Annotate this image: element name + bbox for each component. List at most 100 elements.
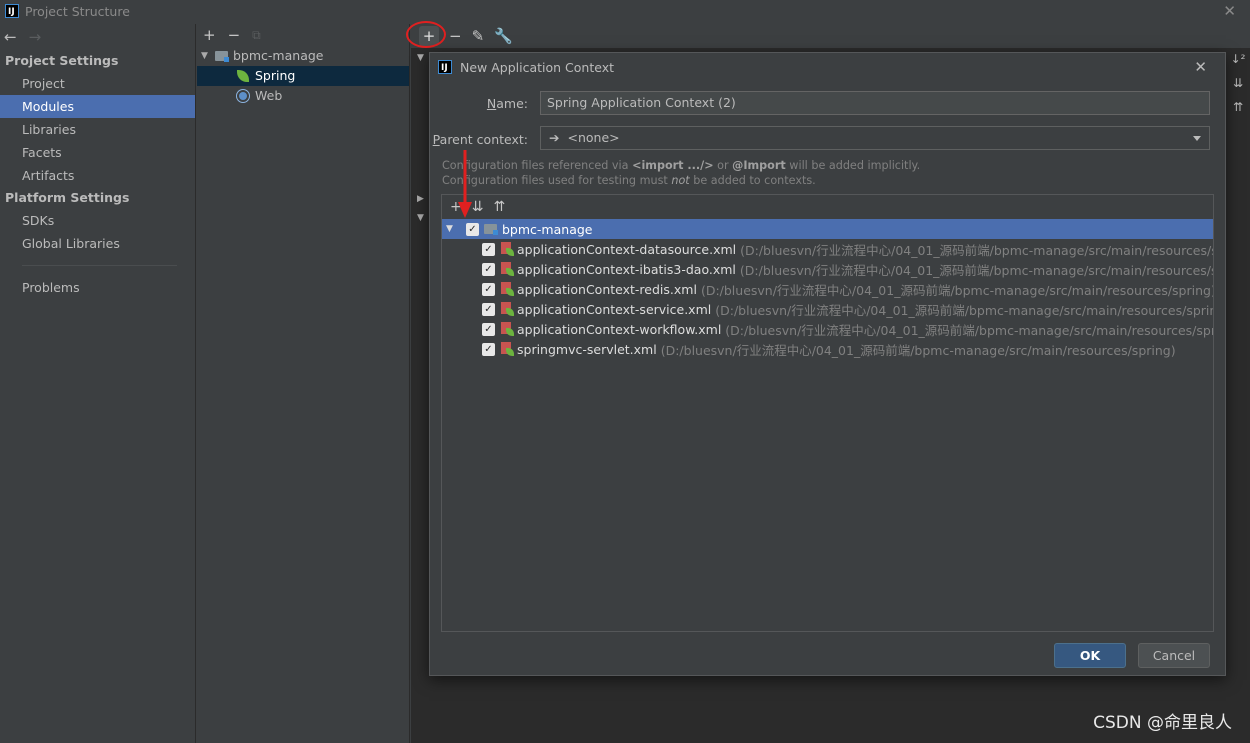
module-folder-icon <box>215 51 229 62</box>
dialog-titlebar: IJ New Application Context <box>430 53 1225 81</box>
forward-arrow-icon[interactable]: → <box>29 28 42 46</box>
file-checkbox[interactable]: ✓ <box>482 262 495 276</box>
parent-context-label: Parent context: <box>432 132 528 147</box>
config-files-panel: + ⇊ ⇈ ▼ ✓ bpmc-manage ✓ applicationConte… <box>441 194 1214 632</box>
collapse-all-icon[interactable]: ⇈ <box>1233 100 1243 114</box>
file-name: applicationContext-datasource.xml <box>517 241 737 257</box>
file-checkbox[interactable]: ✓ <box>482 242 495 256</box>
dropdown-caret-icon <box>1193 136 1201 141</box>
list-item[interactable]: ✓ applicationContext-ibatis3-dao.xml (D:… <box>442 259 1213 279</box>
list-item[interactable]: ✓ applicationContext-workflow.xml (D:/bl… <box>442 319 1213 339</box>
collapse-all-icon[interactable]: ⇈ <box>493 199 505 215</box>
sidebar-item-sdks[interactable]: SDKs <box>0 209 195 232</box>
sort-icon[interactable]: ↓² <box>1231 52 1246 66</box>
file-checkbox[interactable]: ✓ <box>482 342 495 356</box>
annotation-red-arrow <box>458 150 472 218</box>
project-settings-header: Project Settings <box>5 53 119 68</box>
remove-module-icon[interactable]: − <box>228 26 241 44</box>
file-path: (D:/bluesvn/行业流程中心/04_01_源码前端/bpmc-manag… <box>725 322 1213 338</box>
right-toolbar: ↓² ⇊ ⇈ <box>1226 52 1250 114</box>
spring-xml-icon <box>500 282 514 296</box>
collapsed-triangle-icon[interactable]: ▶ <box>417 194 424 204</box>
expand-triangle-icon[interactable]: ▼ <box>201 46 211 66</box>
dialog-title: New Application Context <box>460 59 615 75</box>
parent-context-select[interactable]: ➔ <none> <box>540 126 1210 150</box>
window-close-icon[interactable]: ✕ <box>1223 2 1236 20</box>
cancel-button[interactable]: Cancel <box>1138 643 1210 668</box>
file-path: (D:/bluesvn/行业流程中心/04_01_源码前端/bpmc-manag… <box>739 262 1213 278</box>
sidebar-item-libraries[interactable]: Libraries <box>0 118 195 141</box>
file-name: springmvc-servlet.xml <box>517 341 657 357</box>
spring-xml-icon <box>500 302 514 316</box>
file-checkbox[interactable]: ✓ <box>482 322 495 336</box>
platform-settings-header: Platform Settings <box>5 190 130 205</box>
root-checkbox[interactable]: ✓ <box>466 222 479 236</box>
new-application-context-dialog: IJ New Application Context ✕ Name: Sprin… <box>429 52 1226 676</box>
window-title: Project Structure <box>25 3 130 19</box>
module-tree-root[interactable]: ▼ bpmc-manage <box>197 46 409 66</box>
module-tree-panel: + − ⧉ ▼ bpmc-manage Spring Web <box>197 24 410 743</box>
add-module-icon[interactable]: + <box>203 26 216 44</box>
sidebar-item-facets[interactable]: Facets <box>0 141 195 164</box>
ok-button[interactable]: OK <box>1054 643 1126 668</box>
sidebar-item-project[interactable]: Project <box>0 72 195 95</box>
parent-context-value: <none> <box>567 130 620 145</box>
sidebar-divider <box>22 265 177 266</box>
hint-testing-files: Configuration files used for testing mus… <box>442 174 816 187</box>
file-path: (D:/bluesvn/行业流程中心/04_01_源码前端/bpmc-manag… <box>715 302 1213 318</box>
module-root-label: bpmc-manage <box>233 48 324 63</box>
dialog-close-icon[interactable]: ✕ <box>1194 58 1207 76</box>
module-folder-icon <box>484 224 498 235</box>
settings-sidebar: ← → Project Settings Project Modules Lib… <box>0 24 196 743</box>
nav-arrows: ← → <box>0 24 195 50</box>
module-item-label: Spring <box>255 68 296 83</box>
sidebar-item-artifacts[interactable]: Artifacts <box>0 164 195 187</box>
file-name: applicationContext-ibatis3-dao.xml <box>517 261 736 277</box>
expand-triangle-icon[interactable]: ▼ <box>417 213 424 223</box>
files-toolbar: + ⇊ ⇈ <box>442 195 1213 219</box>
copy-module-icon[interactable]: ⧉ <box>252 28 261 43</box>
intellij-app-icon: IJ <box>438 60 452 74</box>
back-arrow-icon[interactable]: ← <box>4 28 17 46</box>
spring-leaf-icon <box>237 70 249 82</box>
hint-implicit-imports: Configuration files referenced via <impo… <box>442 159 921 172</box>
module-tree-item-spring[interactable]: Spring <box>197 66 409 86</box>
sidebar-item-modules[interactable]: Modules <box>0 95 195 118</box>
expand-all-icon[interactable]: ⇊ <box>1233 76 1243 90</box>
list-item[interactable]: ✓ applicationContext-redis.xml (D:/blues… <box>442 279 1213 299</box>
module-toolbar: + − ⧉ <box>197 24 409 46</box>
file-path: (D:/bluesvn/行业流程中心/04_01_源码前端/bpmc-manag… <box>740 242 1213 258</box>
spring-xml-icon <box>500 242 514 256</box>
context-name-input[interactable]: Spring Application Context (2) <box>540 91 1210 115</box>
module-tree-item-web[interactable]: Web <box>197 86 409 106</box>
spring-xml-icon <box>500 262 514 276</box>
web-globe-icon <box>237 90 249 102</box>
sidebar-item-problems[interactable]: Problems <box>0 276 195 299</box>
expand-triangle-icon[interactable]: ▼ <box>417 53 424 63</box>
file-name: applicationContext-workflow.xml <box>517 321 722 337</box>
arrow-right-icon: ➔ <box>549 130 560 145</box>
list-item[interactable]: ✓ applicationContext-datasource.xml (D:/… <box>442 239 1213 259</box>
add-context-button[interactable]: + <box>419 26 439 46</box>
file-checkbox[interactable]: ✓ <box>482 282 495 296</box>
file-checkbox[interactable]: ✓ <box>482 302 495 316</box>
file-name: applicationContext-service.xml <box>517 301 712 317</box>
file-path: (D:/bluesvn/行业流程中心/04_01_源码前端/bpmc-manag… <box>660 342 1176 358</box>
files-tree-root[interactable]: ▼ ✓ bpmc-manage <box>442 219 1213 239</box>
module-item-label: Web <box>255 88 283 103</box>
file-name: applicationContext-redis.xml <box>517 281 697 297</box>
list-item[interactable]: ✓ applicationContext-service.xml (D:/blu… <box>442 299 1213 319</box>
list-item[interactable]: ✓ springmvc-servlet.xml (D:/bluesvn/行业流程… <box>442 339 1213 359</box>
watermark: CSDN @命里良人 <box>1093 713 1232 733</box>
file-path: (D:/bluesvn/行业流程中心/04_01_源码前端/bpmc-manag… <box>700 282 1213 298</box>
spring-xml-icon <box>500 322 514 336</box>
window-titlebar: IJ Project Structure ✕ <box>0 0 1250 22</box>
wrench-icon[interactable]: 🔧 <box>494 27 513 45</box>
sidebar-item-global-libraries[interactable]: Global Libraries <box>0 232 195 255</box>
expand-triangle-icon[interactable]: ▼ <box>446 224 456 234</box>
name-label: Name: <box>486 96 528 111</box>
remove-context-icon[interactable]: − <box>449 27 462 45</box>
facet-toolbar: + − ✎ 🔧 <box>406 21 1250 48</box>
edit-pencil-icon[interactable]: ✎ <box>472 27 485 45</box>
spring-xml-icon <box>500 342 514 356</box>
